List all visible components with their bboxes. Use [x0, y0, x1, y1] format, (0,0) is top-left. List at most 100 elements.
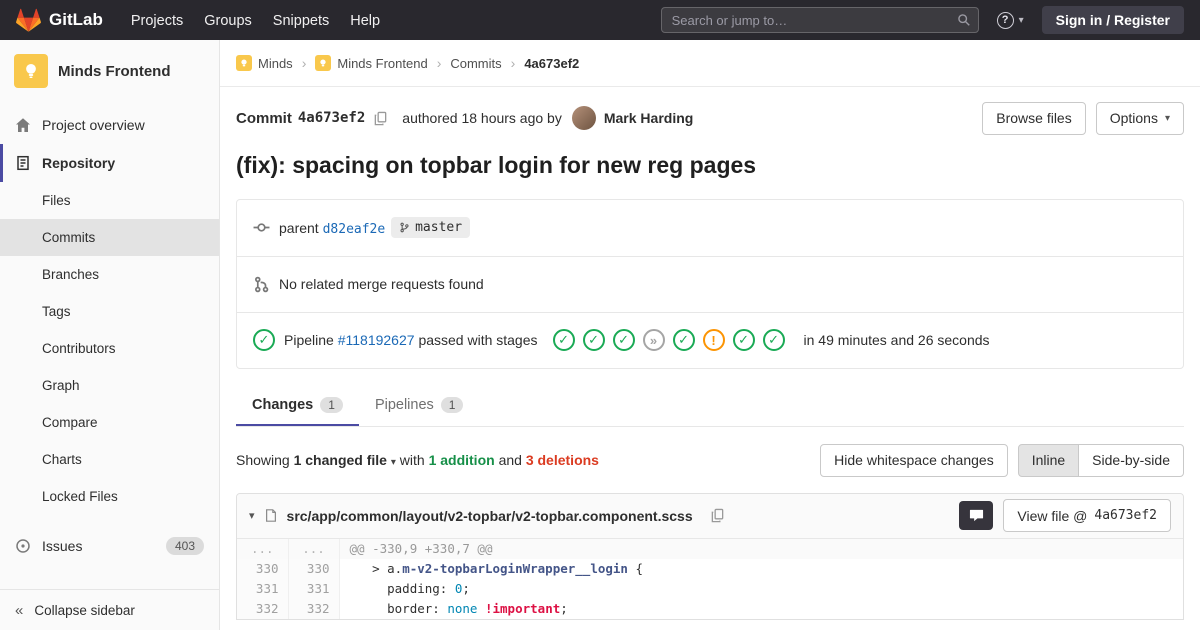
- commit-header-row: Commit 4a673ef2 authored 18 hours ago by…: [236, 100, 1184, 136]
- search-input[interactable]: [660, 7, 979, 33]
- issues-icon: [16, 539, 30, 553]
- issues-count-badge: 403: [165, 537, 204, 555]
- project-context-link[interactable]: Minds Frontend: [0, 40, 219, 102]
- top-navbar: GitLab Projects Groups Snippets Help ? ▾ Si…: [0, 0, 1200, 40]
- sidebar-item-charts[interactable]: Charts: [0, 441, 219, 478]
- pipeline-stage-warning-icon[interactable]: !: [702, 329, 725, 352]
- changed-files-label: 1 changed file: [293, 452, 387, 469]
- old-line-number[interactable]: 332: [237, 598, 289, 619]
- new-line-number[interactable]: 332: [288, 598, 340, 619]
- copy-sha-button[interactable]: [373, 111, 388, 126]
- branch-badge[interactable]: master: [391, 217, 471, 239]
- branch-icon: [400, 223, 409, 233]
- parent-sha-link[interactable]: d82eaf2e: [323, 222, 386, 237]
- author-avatar[interactable]: [571, 106, 596, 130]
- copy-path-button[interactable]: [710, 508, 725, 523]
- main-content: Minds › Minds Frontend › Commits › 4a673ef2 Co…: [220, 40, 1200, 630]
- showing-label: Showing: [236, 452, 290, 469]
- pipeline-stage-success-icon[interactable]: ✓: [672, 329, 695, 352]
- pipeline-id-link[interactable]: #118192627: [338, 332, 415, 348]
- toggle-comments-button[interactable]: [959, 501, 994, 531]
- navbar-item-projects[interactable]: Projects: [131, 13, 183, 29]
- hide-whitespace-button[interactable]: Hide whitespace changes: [820, 443, 1008, 477]
- diff-summary: Showing 1 changed file ▾ with 1 addition…: [236, 452, 599, 468]
- view-file-label: View file @: [1017, 507, 1088, 524]
- view-file-button[interactable]: View file @ 4a673ef2: [1003, 499, 1171, 533]
- options-button[interactable]: Options ▾: [1095, 101, 1184, 135]
- tab-pipelines[interactable]: Pipelines 1: [359, 384, 480, 426]
- sidebar-item-repository[interactable]: Repository: [0, 144, 219, 182]
- breadcrumb-item: Minds: [236, 55, 293, 71]
- code-token: m-v2-topbarLoginWrapper__login: [402, 561, 628, 577]
- code-line: border: none !important;: [339, 598, 1183, 619]
- browse-files-button[interactable]: Browse files: [982, 101, 1086, 135]
- authored-text: authored 18 hours ago by: [402, 110, 562, 126]
- side-by-side-view-button[interactable]: Side-by-side: [1078, 443, 1184, 477]
- sidebar-item-graph[interactable]: Graph: [0, 367, 219, 404]
- navbar-item-groups[interactable]: Groups: [204, 13, 252, 29]
- breadcrumb-link-minds[interactable]: Minds: [258, 56, 293, 71]
- pipeline-stage-skipped-icon[interactable]: »: [642, 329, 665, 352]
- code-token: !important: [484, 601, 561, 617]
- options-label: Options: [1109, 110, 1158, 126]
- deletions-count: 3 deletions: [525, 452, 599, 469]
- breadcrumb-link-minds-frontend[interactable]: Minds Frontend: [337, 56, 427, 71]
- pipeline-stage-success-icon[interactable]: ✓: [732, 329, 755, 352]
- inline-view-button[interactable]: Inline: [1017, 443, 1080, 477]
- commit-title: (fix): spacing on topbar login for new r…: [236, 152, 757, 178]
- and-label: and: [498, 452, 522, 469]
- breadcrumb-item: Minds Frontend: [315, 55, 428, 71]
- sidebar-item-issues[interactable]: Issues 403: [0, 527, 219, 565]
- commit-sha: 4a673ef2: [297, 110, 366, 126]
- comment-icon: [969, 510, 983, 522]
- pipeline-status-icon[interactable]: ✓: [253, 329, 275, 352]
- project-avatar: [14, 54, 48, 88]
- help-menu[interactable]: ? ▾: [996, 11, 1024, 29]
- navbar-item-help[interactable]: Help: [350, 13, 380, 29]
- changed-files-dropdown[interactable]: 1 changed file ▾: [294, 452, 396, 468]
- collapse-sidebar-button[interactable]: « Collapse sidebar: [0, 589, 219, 630]
- old-line-number[interactable]: 331: [237, 578, 289, 599]
- breadcrumb-link-commits[interactable]: Commits: [450, 56, 501, 71]
- sidebar-item-label: Project overview: [42, 117, 145, 133]
- pipeline-stage-success-icon[interactable]: ✓: [582, 329, 605, 352]
- diff-line-row: 331 331 padding: 0;: [237, 578, 1183, 599]
- new-line-number[interactable]: 330: [288, 558, 340, 579]
- gitlab-home-link[interactable]: GitLab: [16, 8, 103, 33]
- sidebar-item-locked-files[interactable]: Locked Files: [0, 478, 219, 515]
- help-icon: ?: [996, 11, 1014, 29]
- file-path[interactable]: src/app/common/layout/v2-topbar/v2-topba…: [287, 508, 693, 524]
- chevron-down-icon: ▾: [1164, 112, 1170, 124]
- sidebar-item-files[interactable]: Files: [0, 182, 219, 219]
- code-token: {: [627, 561, 644, 577]
- breadcrumb: Minds › Minds Frontend › Commits › 4a673ef2: [220, 40, 1200, 87]
- sidebar-item-project-overview[interactable]: Project overview: [0, 106, 219, 144]
- sidebar-item-commits[interactable]: Commits: [0, 219, 219, 256]
- navbar-item-snippets[interactable]: Snippets: [273, 13, 329, 29]
- sidebar-nav: Project overview Repository Files Commits…: [0, 102, 219, 565]
- code-line: > a.m-v2-topbarLoginWrapper__login {: [339, 558, 1183, 579]
- branch-name: master: [415, 220, 463, 236]
- sidebar-item-contributors[interactable]: Contributors: [0, 330, 219, 367]
- parent-label: parent: [279, 220, 319, 237]
- sidebar-item-compare[interactable]: Compare: [0, 404, 219, 441]
- tab-count-badge: 1: [440, 396, 464, 413]
- pipeline-stage-success-icon[interactable]: ✓: [762, 329, 785, 352]
- new-line-number[interactable]: 331: [288, 578, 340, 599]
- tab-changes[interactable]: Changes 1: [236, 384, 359, 426]
- collapse-diff-icon[interactable]: ▾: [249, 509, 255, 522]
- sidebar-item-tags[interactable]: Tags: [0, 293, 219, 330]
- pipeline-stage-success-icon[interactable]: ✓: [612, 329, 635, 352]
- diff-hunk-row: ...... @@ -330,9 +330,7 @@: [237, 538, 1183, 559]
- code-token: border:: [349, 601, 448, 617]
- signin-register-button[interactable]: Sign in / Register: [1041, 6, 1184, 34]
- pipeline-stage-success-icon[interactable]: ✓: [552, 329, 575, 352]
- author-name-link[interactable]: Mark Harding: [604, 110, 693, 126]
- sidebar-item-branches[interactable]: Branches: [0, 256, 219, 293]
- diff-table: ...... @@ -330,9 +330,7 @@ 330 330 > a.m-v2…: [237, 538, 1183, 619]
- old-line-number[interactable]: 330: [237, 558, 289, 579]
- pipeline-row: ✓ Pipeline #118192627 passed with stages…: [237, 311, 1183, 368]
- breadcrumb-separator-icon: ›: [301, 55, 307, 71]
- collapse-icon: «: [15, 601, 24, 619]
